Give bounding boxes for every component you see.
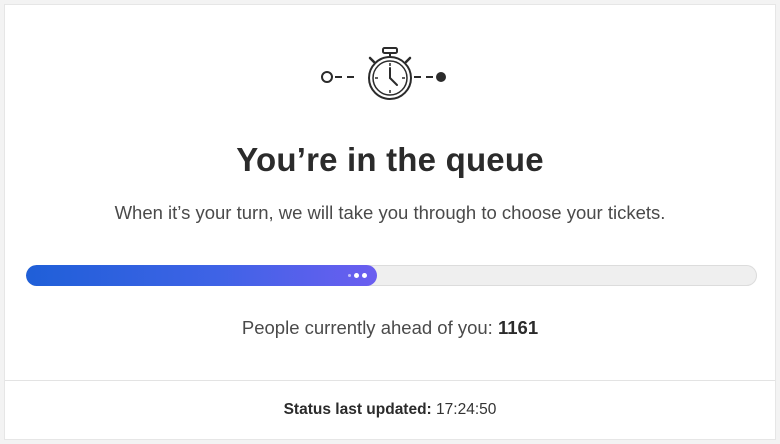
footer-divider (5, 380, 775, 381)
people-ahead-label: People currently ahead of you: (241, 317, 493, 338)
status-label: Status last updated: (283, 401, 432, 418)
stopwatch-icon (321, 47, 446, 100)
queue-icon-row (5, 43, 775, 103)
status-updated-text: Status last updated: 17:24:50 (5, 401, 775, 419)
start-circle-icon (321, 71, 333, 83)
people-ahead-text: People currently ahead of you: 1161 (5, 317, 775, 339)
end-dot-icon (436, 72, 446, 82)
progress-dots-icon (347, 273, 367, 278)
queue-title: You’re in the queue (236, 141, 544, 178)
queue-progress-bar (26, 265, 757, 286)
people-ahead-count: 1161 (497, 317, 539, 338)
queue-progress-fill (26, 265, 377, 286)
queue-card: You’re in the queue When it’s your turn,… (4, 4, 776, 440)
queue-subtitle: When it’s your turn, we will take you th… (114, 202, 666, 223)
status-time: 17:24:50 (436, 401, 497, 418)
